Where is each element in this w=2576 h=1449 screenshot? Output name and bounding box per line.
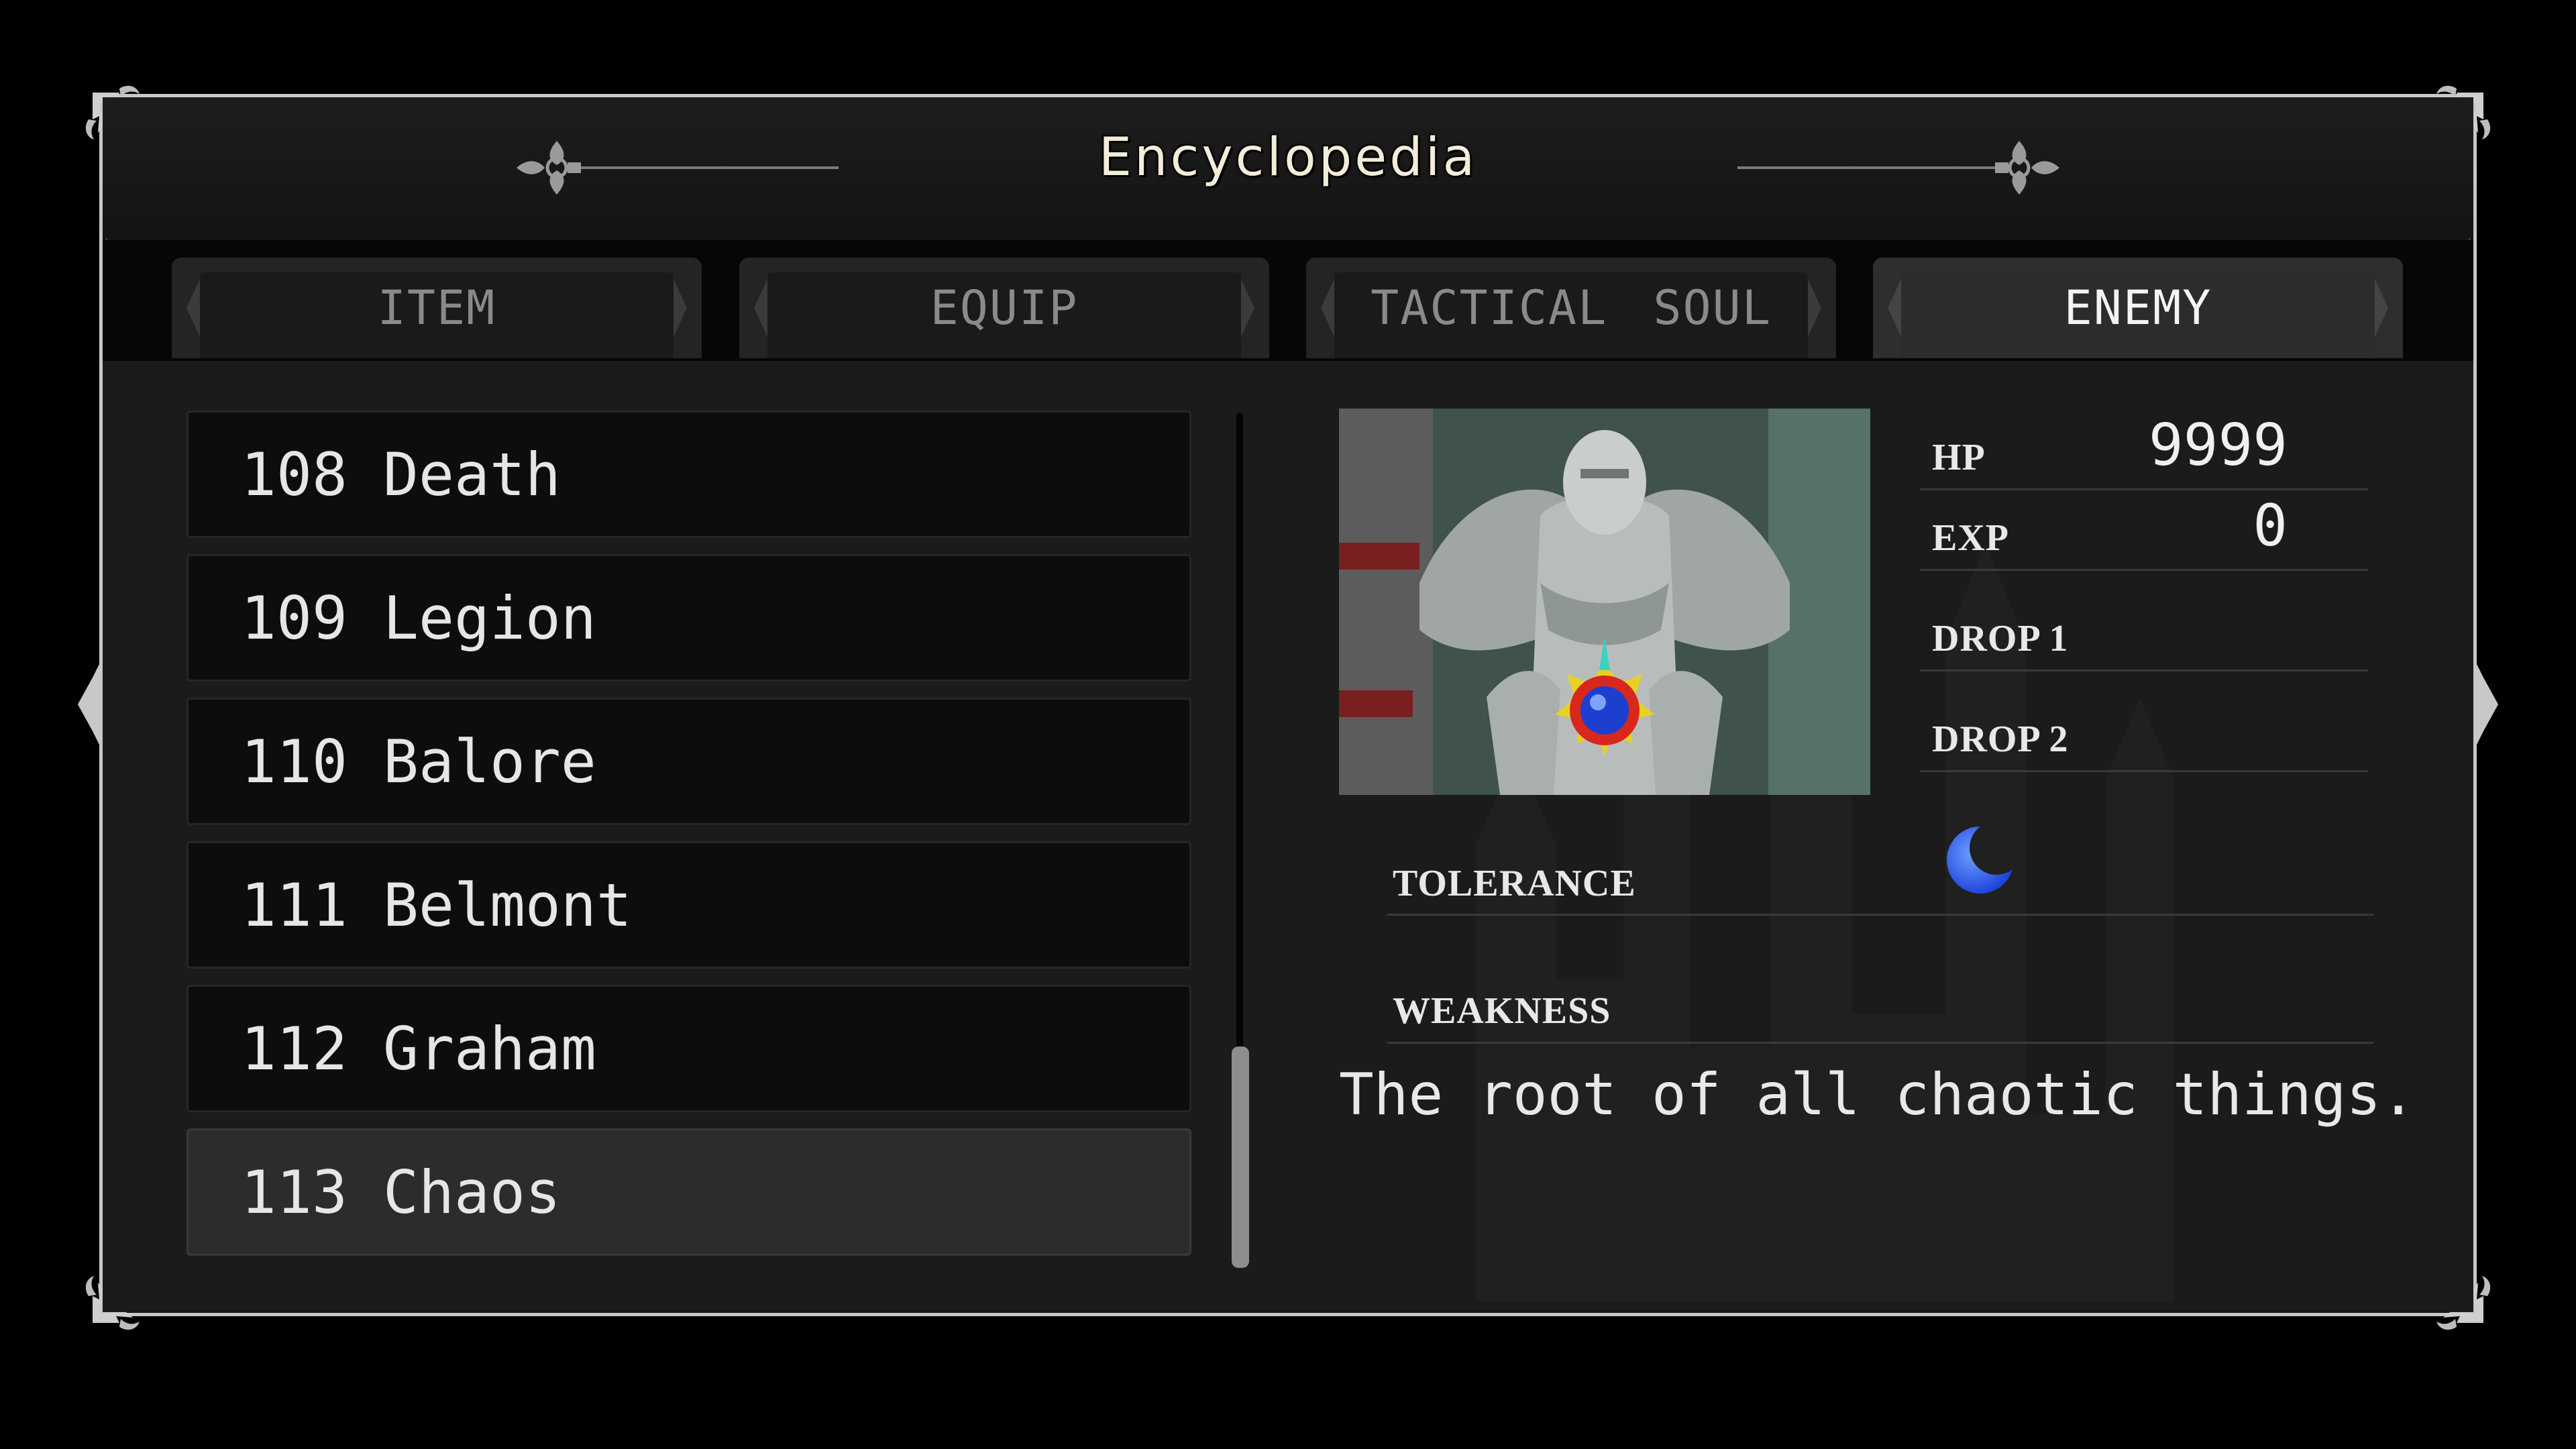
enemy-portrait <box>1339 409 1870 795</box>
divider <box>1387 914 2373 916</box>
list-item[interactable]: 110 Balore <box>186 698 1191 825</box>
divider <box>1920 770 2368 772</box>
tab-equip[interactable]: EQUIP <box>739 258 1269 358</box>
divider <box>1920 569 2368 571</box>
scrollbar-thumb[interactable] <box>1232 1046 1249 1268</box>
enemy-number: 112 <box>241 1014 347 1083</box>
tab-label: TACTICAL SOUL <box>1371 280 1772 335</box>
enemy-name: Legion <box>383 583 596 653</box>
list-item[interactable]: 108 Death <box>186 411 1191 538</box>
enemy-number: 109 <box>241 583 347 653</box>
enemy-name: Death <box>383 439 561 509</box>
enemy-name: Belmont <box>383 870 632 940</box>
enemy-name: Balore <box>383 727 596 796</box>
exp-value: 0 <box>2253 492 2288 559</box>
enemy-description: The root of all chaotic things. <box>1339 1061 2416 1128</box>
enemy-number: 111 <box>241 870 347 940</box>
list-item[interactable]: 109 Legion <box>186 554 1191 682</box>
enemy-number: 110 <box>241 727 347 796</box>
drop1-label: DROP 1 <box>1932 618 2069 659</box>
side-ornament-icon <box>2477 664 2498 745</box>
drop2-label: DROP 2 <box>1932 718 2069 760</box>
tab-enemy[interactable]: ENEMY <box>1873 258 2403 358</box>
tab-label: ITEM <box>377 280 496 335</box>
enemy-number: 113 <box>241 1157 347 1227</box>
hp-label: HP <box>1932 437 1986 478</box>
enemy-name: Chaos <box>383 1157 561 1227</box>
tab-label: ENEMY <box>2063 280 2212 335</box>
hp-value: 9999 <box>2148 412 2288 479</box>
list-item[interactable]: 112 Graham <box>186 985 1191 1112</box>
list-item-selected[interactable]: 113 Chaos <box>186 1128 1191 1256</box>
enemy-number: 108 <box>241 439 347 509</box>
side-ornament-icon <box>78 664 99 745</box>
tab-item[interactable]: ITEM <box>172 258 702 358</box>
crescent-moon-icon <box>1947 826 2012 894</box>
weakness-label: WEAKNESS <box>1393 990 1611 1032</box>
tolerance-label: TOLERANCE <box>1393 863 1636 904</box>
tab-label: EQUIP <box>930 280 1079 335</box>
page-title: Encyclopedia <box>1098 127 1478 188</box>
list-item[interactable]: 111 Belmont <box>186 841 1191 969</box>
divider <box>1920 488 2368 490</box>
tab-tactical-soul[interactable]: TACTICAL SOUL <box>1306 258 1836 358</box>
divider <box>1387 1042 2373 1044</box>
enemy-name: Graham <box>383 1014 596 1083</box>
divider <box>1920 669 2368 672</box>
exp-label: EXP <box>1932 517 2009 559</box>
